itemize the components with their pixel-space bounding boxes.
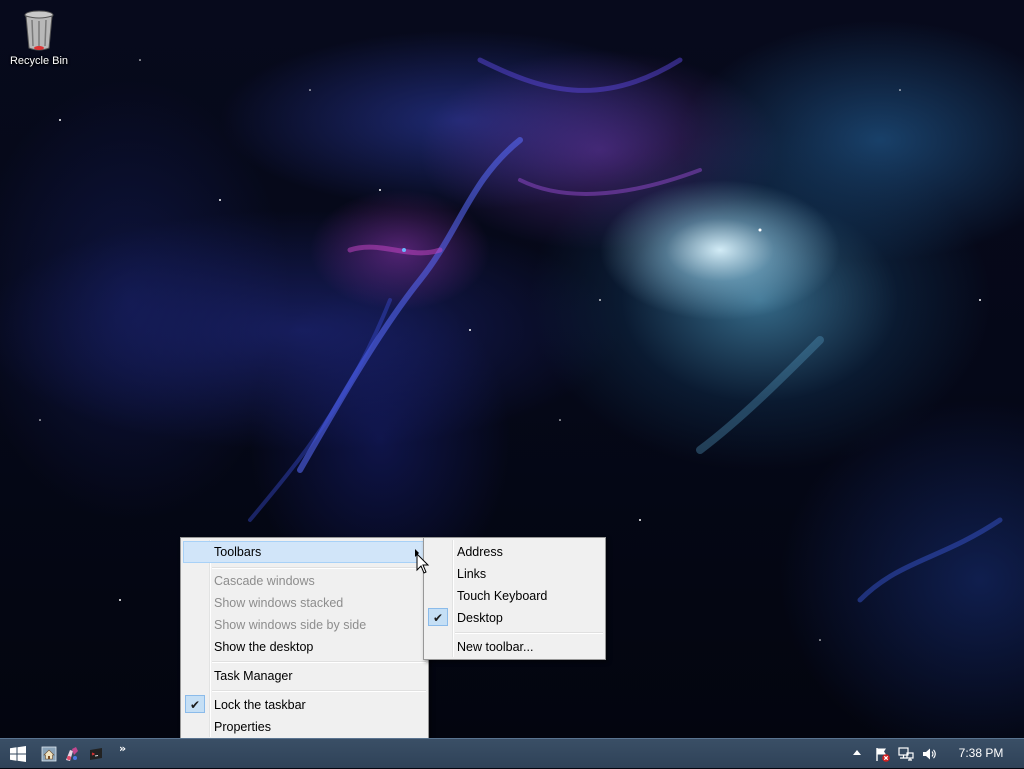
paint-icon[interactable]	[64, 746, 80, 762]
menu-item-label: Touch Keyboard	[457, 589, 548, 603]
menu-item-properties[interactable]: Properties	[183, 716, 426, 738]
menu-item-show-the-desktop[interactable]: Show the desktop	[183, 636, 426, 658]
menu-item-label: Show windows side by side	[214, 618, 367, 632]
menu-item-lock-the-taskbar[interactable]: ✔ Lock the taskbar	[183, 694, 426, 716]
recycle-bin-label: Recycle Bin	[9, 55, 69, 67]
checkmark-icon: ✔	[185, 695, 205, 713]
windows-logo-icon[interactable]	[10, 746, 26, 762]
menu-item-label: Links	[457, 567, 487, 581]
menu-item-label: Address	[457, 545, 503, 559]
menu-item-label: Cascade windows	[214, 574, 315, 588]
submenu-item-links[interactable]: Links	[426, 563, 603, 585]
action-center-flag-icon[interactable]	[874, 746, 890, 762]
menu-item-label: Properties	[214, 720, 271, 734]
menu-separator	[212, 567, 426, 569]
checkmark-icon: ✔	[428, 608, 448, 626]
toolbars-submenu: Address Links Touch Keyboard ✔ Desktop N…	[423, 537, 606, 660]
menu-item-toolbars[interactable]: Toolbars	[183, 541, 426, 563]
home-icon[interactable]	[41, 746, 57, 762]
taskbar-context-menu: Toolbars Cascade windows Show windows st…	[180, 537, 429, 740]
menu-separator	[212, 690, 426, 692]
terminal-icon[interactable]	[88, 746, 104, 762]
menu-item-label: Desktop	[457, 611, 503, 625]
menu-separator	[212, 661, 426, 663]
submenu-item-desktop[interactable]: ✔ Desktop	[426, 607, 603, 629]
menu-item-task-manager[interactable]: Task Manager	[183, 665, 426, 687]
taskbar[interactable]: » 7:38 PM	[0, 738, 1024, 768]
taskbar-clock[interactable]: 7:38 PM	[952, 739, 1010, 769]
menu-item-cascade-windows[interactable]: Cascade windows	[183, 570, 426, 592]
submenu-item-address[interactable]: Address	[426, 541, 603, 563]
menu-item-label: Show windows stacked	[214, 596, 344, 610]
quick-launch-overflow-chevron[interactable]: »	[119, 742, 126, 755]
menu-item-label: Toolbars	[214, 545, 262, 559]
menu-item-label: Lock the taskbar	[214, 698, 306, 712]
menu-item-label: New toolbar...	[457, 640, 534, 654]
volume-icon[interactable]	[921, 746, 937, 762]
show-hidden-icons-arrow[interactable]	[853, 750, 861, 755]
network-icon[interactable]	[898, 746, 914, 762]
submenu-item-new-toolbar[interactable]: New toolbar...	[426, 636, 603, 658]
menu-item-label: Task Manager	[214, 669, 293, 683]
menu-item-label: Show the desktop	[214, 640, 314, 654]
submenu-item-touch-keyboard[interactable]: Touch Keyboard	[426, 585, 603, 607]
recycle-bin-icon	[22, 8, 56, 52]
menu-separator	[455, 632, 603, 634]
desktop-icon-recycle-bin[interactable]: Recycle Bin	[6, 8, 72, 67]
menu-item-show-windows-stacked[interactable]: Show windows stacked	[183, 592, 426, 614]
mouse-pointer-icon	[416, 553, 430, 574]
menu-item-show-windows-side-by-side[interactable]: Show windows side by side	[183, 614, 426, 636]
